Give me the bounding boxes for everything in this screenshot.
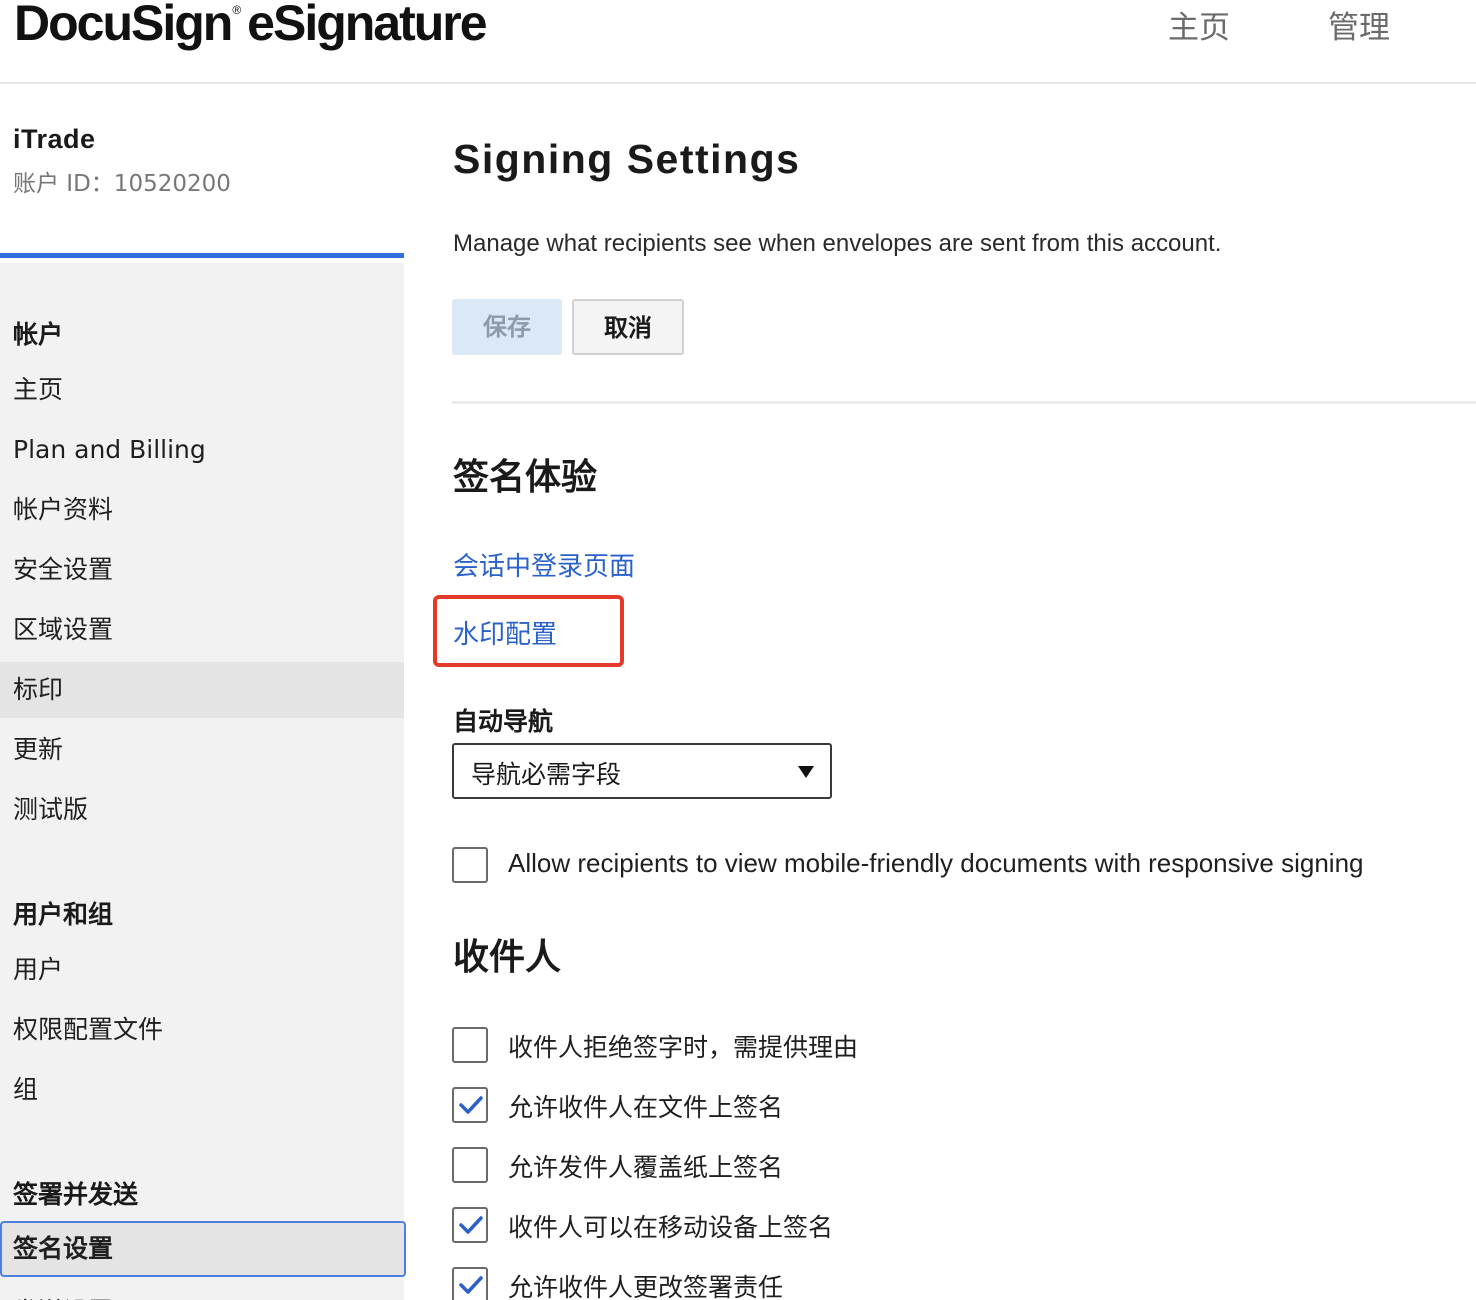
recipient-option-label: 允许收件人更改签署责任 [508, 1273, 784, 1300]
sidebar: iTrade 账户 ID：10520200 帐户 主页 Plan and Bil… [0, 86, 406, 1300]
sidebar-item-account-profile[interactable]: 帐户资料 [0, 482, 404, 538]
sidebar-item-permission-profiles[interactable]: 权限配置文件 [0, 1002, 404, 1058]
topnav-home[interactable]: 主页 [1168, 2, 1230, 47]
section-divider [452, 401, 1476, 404]
checkmark-icon [459, 1276, 483, 1294]
sidebar-item-updates[interactable]: 更新 [0, 722, 404, 778]
sidebar-item-regional[interactable]: 区域设置 [0, 602, 404, 658]
sidebar-item-branding[interactable]: 标印 [0, 662, 404, 718]
sign-on-paper-checkbox[interactable] [452, 1087, 488, 1123]
docusign-logo[interactable]: DocuSign® eSignature [14, 0, 488, 52]
page-description: Manage what recipients see when envelope… [453, 230, 1222, 257]
logo-product-text: eSignature [247, 0, 487, 51]
account-panel: iTrade 账户 ID：10520200 [0, 86, 404, 258]
responsive-signing-label: Allow recipients to view mobile-friendly… [508, 848, 1364, 878]
save-button[interactable]: 保存 [452, 299, 562, 355]
sidebar-heading-users-groups: 用户和组 [13, 900, 114, 929]
responsive-signing-checkbox[interactable] [452, 847, 488, 883]
sidebar-item-signing-settings[interactable]: 签名设置 [0, 1221, 406, 1277]
sidebar-item-security[interactable]: 安全设置 [0, 542, 404, 598]
decline-reason-checkbox[interactable] [452, 1027, 488, 1063]
mobile-signing-checkbox[interactable] [452, 1207, 488, 1243]
sidebar-heading-account: 帐户 [13, 320, 64, 349]
sidebar-item-plan-billing[interactable]: Plan and Billing [0, 422, 404, 478]
link-watermark-config[interactable]: 水印配置 [453, 614, 557, 651]
page-title: Signing Settings [453, 136, 801, 182]
link-in-person-signing-page[interactable]: 会话中登录页面 [453, 546, 635, 583]
recipient-option-label: 允许收件人在文件上签名 [508, 1093, 784, 1122]
recipient-option-label: 收件人可以在移动设备上签名 [508, 1213, 834, 1242]
auto-navigation-select[interactable]: 导航必需字段 [452, 743, 832, 799]
account-id: 账户 ID：10520200 [13, 171, 231, 197]
sidebar-nav: 帐户 主页 Plan and Billing 帐户资料 安全设置 区域设置 标印… [0, 263, 406, 1300]
sidebar-item-users[interactable]: 用户 [0, 942, 404, 998]
auto-navigation-value: 导航必需字段 [471, 760, 622, 789]
sidebar-item-beta[interactable]: 测试版 [0, 782, 404, 838]
account-name: iTrade [13, 124, 96, 154]
sidebar-item-sending-settings[interactable]: 发送设置 [0, 1284, 404, 1300]
section-heading-signing-experience: 签名体验 [453, 457, 598, 498]
checkmark-icon [459, 1096, 483, 1114]
recipient-option-label: 收件人拒绝签字时，需提供理由 [508, 1033, 859, 1062]
recipient-option-label: 允许发件人覆盖纸上签名 [508, 1153, 784, 1182]
checkmark-icon [459, 1216, 483, 1234]
sidebar-heading-sign-send: 签署并发送 [13, 1180, 139, 1209]
override-paper-checkbox[interactable] [452, 1147, 488, 1183]
sidebar-item-home[interactable]: 主页 [0, 362, 404, 418]
topnav-admin[interactable]: 管理 [1328, 2, 1390, 47]
dropdown-caret-icon [798, 766, 814, 778]
change-responsibility-checkbox[interactable] [452, 1267, 488, 1300]
top-bar: DocuSign® eSignature 主页 管理 [0, 0, 1476, 84]
sidebar-item-groups[interactable]: 组 [0, 1062, 404, 1118]
auto-navigation-label: 自动导航 [453, 707, 554, 736]
cancel-button[interactable]: 取消 [572, 299, 684, 355]
logo-registered-mark: ® [232, 3, 242, 17]
section-heading-recipients: 收件人 [453, 937, 562, 978]
logo-brand-text: DocuSign [14, 0, 233, 51]
